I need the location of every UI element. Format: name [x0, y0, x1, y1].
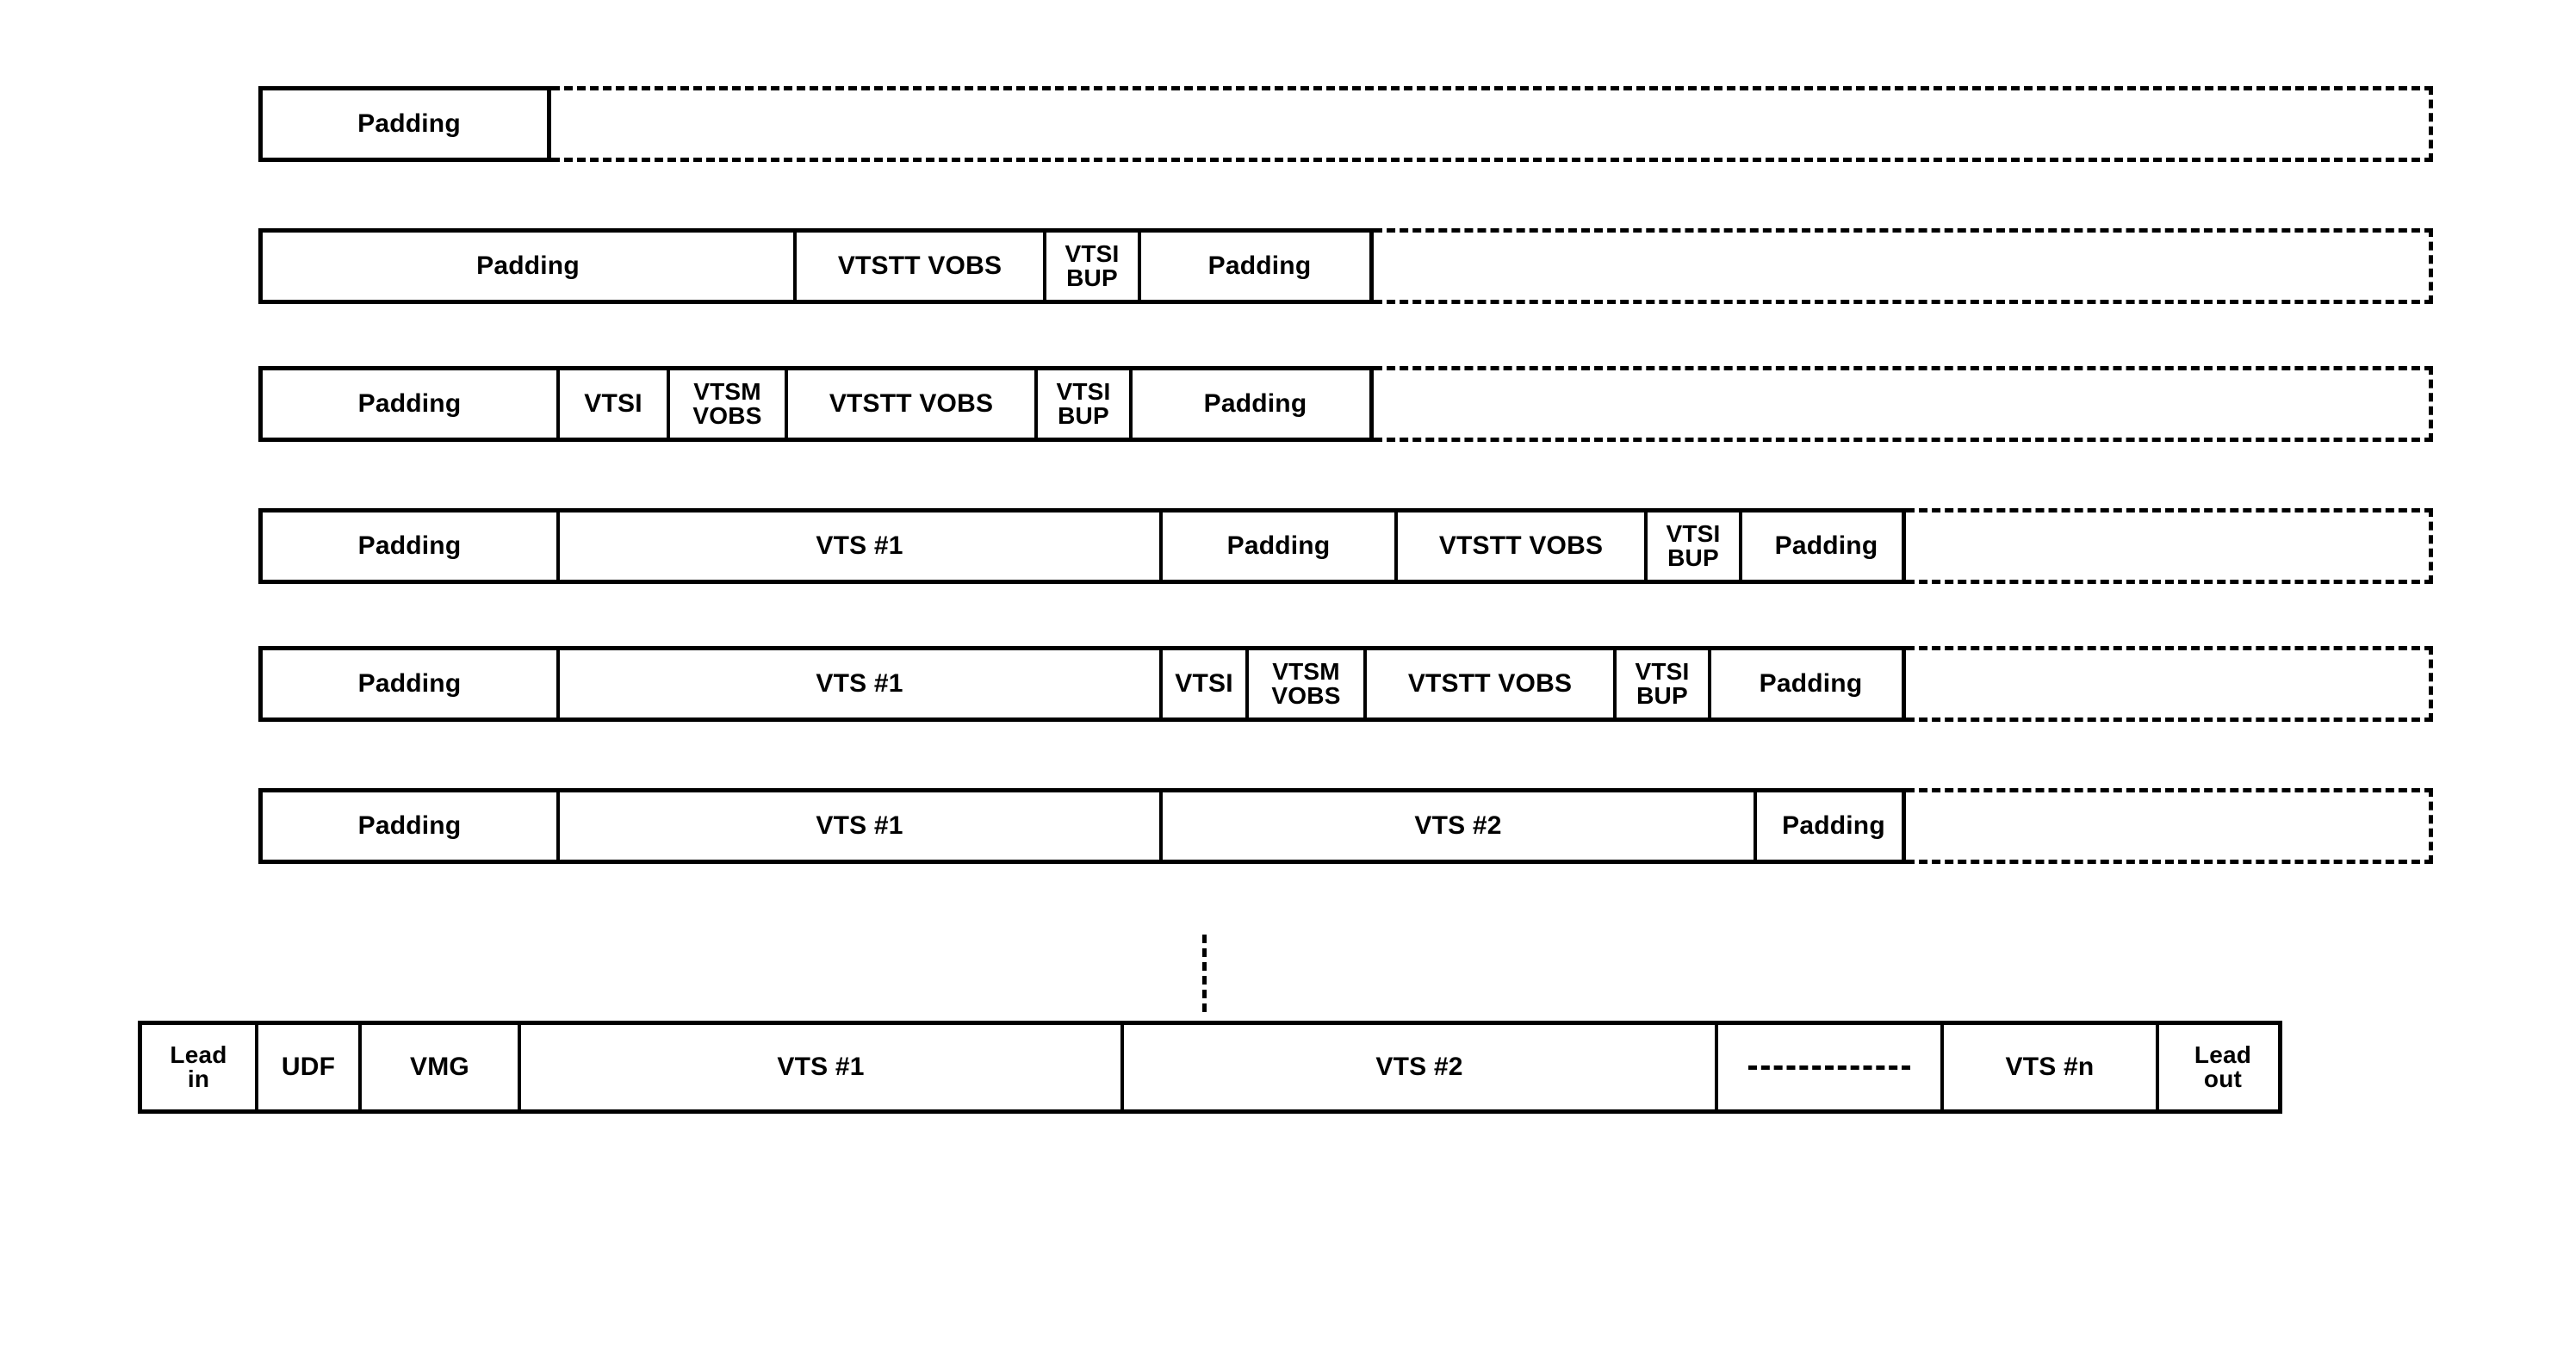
row-3-unused-region [1374, 366, 2433, 442]
segment-vts-1: VTS #1 [560, 650, 1163, 717]
segment-vts-2: VTS #2 [1163, 792, 1757, 860]
row-1: Padding [258, 86, 2433, 162]
segment-vtsm-vobs: VTSM VOBS [1249, 650, 1367, 717]
ellipsis-dashes [1718, 1025, 1944, 1109]
segment-lead-in: Lead in [142, 1025, 258, 1109]
vertical-dashed-connector [1202, 935, 1207, 1012]
segment-padding: Padding [1163, 512, 1398, 580]
segment-vts-n: VTS #n [1944, 1025, 2159, 1109]
row-1-solid-region: Padding [258, 86, 551, 162]
segment-vmg: VMG [362, 1025, 521, 1109]
segment-padding: Padding [1759, 668, 1863, 698]
row-6-unused-region [1906, 788, 2433, 864]
segment-padding: Padding [263, 512, 560, 580]
row-disc-solid-region: Lead in UDF VMG VTS #1 VTS #2 VTS #n Lead out [138, 1021, 2282, 1114]
row-5: Padding VTS #1 VTSI VTSM VOBS VTSTT VOBS VTSI… [258, 646, 2433, 722]
segment-vts-1: VTS #1 [560, 792, 1163, 860]
dvd-layout-diagram: Padding Padding VTSTT VOBS VTSI BUP Padding P… [0, 0, 2576, 1348]
segment-lead-out: Lead out [2194, 1041, 2252, 1092]
segment-padding: Padding [1782, 811, 1885, 840]
segment-vtsi-bup: VTSI BUP [1046, 233, 1141, 300]
row-4-solid-region: Padding VTS #1 Padding VTSTT VOBS VTSI BUP Pa… [258, 508, 1906, 584]
segment-vtsi-bup: VTSI BUP [1617, 650, 1711, 717]
segment-vtstt-vobs: VTSTT VOBS [1367, 650, 1617, 717]
segment-vtsm-vobs: VTSM VOBS [670, 370, 788, 438]
segment-padding: Padding [1203, 388, 1307, 418]
segment-vtstt-vobs: VTSTT VOBS [788, 370, 1038, 438]
row-4-unused-region [1906, 508, 2433, 584]
segment-padding: Padding [263, 233, 797, 300]
segment-vtsi-bup: VTSI BUP [1038, 370, 1133, 438]
row-5-unused-region [1906, 646, 2433, 722]
row-2-unused-region [1374, 228, 2433, 304]
segment-padding: Padding [357, 109, 461, 138]
row-2: Padding VTSTT VOBS VTSI BUP Padding [258, 228, 2433, 304]
segment-vts-1: VTS #1 [521, 1025, 1124, 1109]
dashed-line [1748, 1065, 1910, 1070]
segment-padding: Padding [263, 370, 560, 438]
segment-udf: UDF [258, 1025, 362, 1109]
row-5-solid-region: Padding VTS #1 VTSI VTSM VOBS VTSTT VOBS VTSI… [258, 646, 1906, 722]
row-disc: Lead in UDF VMG VTS #1 VTS #2 VTS #n Lead out [138, 1021, 2282, 1114]
row-6: Padding VTS #1 VTS #2 Padding [258, 788, 2433, 864]
row-6-solid-region: Padding VTS #1 VTS #2 Padding [258, 788, 1906, 864]
row-1-unused-region [551, 86, 2433, 162]
row-3-solid-region: Padding VTSI VTSM VOBS VTSTT VOBS VTSI BUP Pa… [258, 366, 1374, 442]
segment-vtsi-bup: VTSI BUP [1648, 512, 1742, 580]
segment-vtstt-vobs: VTSTT VOBS [1398, 512, 1648, 580]
segment-vts-1: VTS #1 [560, 512, 1163, 580]
segment-padding: Padding [1207, 251, 1312, 280]
segment-vtstt-vobs: VTSTT VOBS [797, 233, 1046, 300]
segment-padding: Padding [263, 792, 560, 860]
segment-vtsi: VTSI [560, 370, 670, 438]
segment-padding: Padding [1774, 531, 1878, 560]
segment-vtsi: VTSI [1163, 650, 1249, 717]
row-2-solid-region: Padding VTSTT VOBS VTSI BUP Padding [258, 228, 1374, 304]
segment-padding: Padding [263, 650, 560, 717]
row-4: Padding VTS #1 Padding VTSTT VOBS VTSI BUP Pa… [258, 508, 2433, 584]
segment-vts-2: VTS #2 [1124, 1025, 1718, 1109]
row-3: Padding VTSI VTSM VOBS VTSTT VOBS VTSI BUP Pa… [258, 366, 2433, 442]
